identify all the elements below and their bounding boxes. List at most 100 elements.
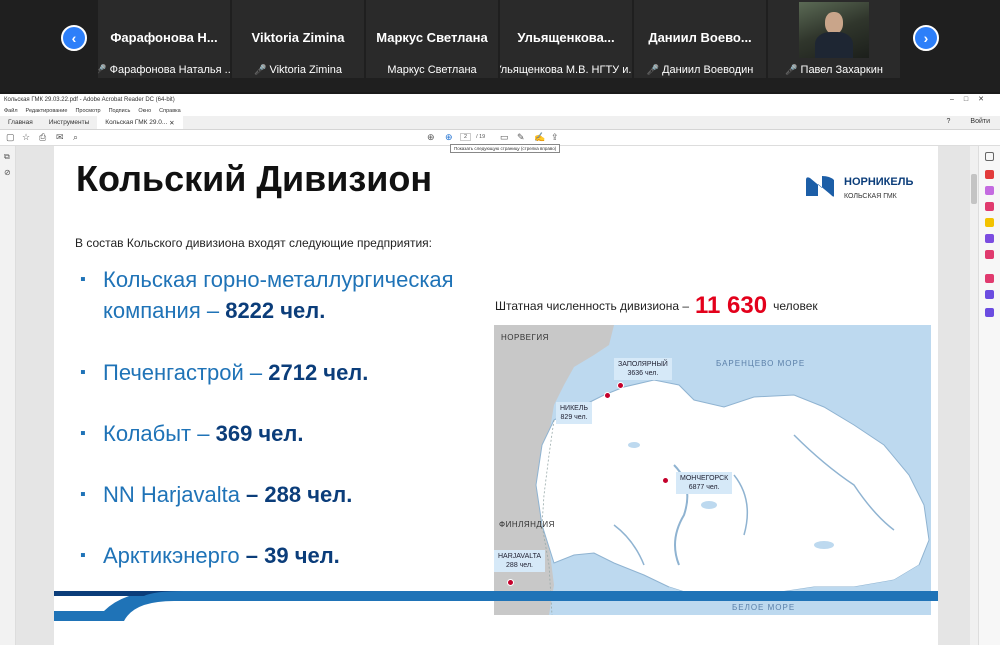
participant-strip: ‹ Фарафонова Н... 🎤Фарафонова Наталья ..… bbox=[0, 0, 1000, 92]
participant-tile[interactable]: Viktoria Zimina 🎤 Viktoria Zimina bbox=[232, 0, 364, 78]
city-marker bbox=[662, 477, 669, 484]
participant-name: Фарафонова Н... bbox=[110, 30, 218, 45]
headcount-value: 11 630 bbox=[695, 292, 768, 319]
acrobat-window: Кольская ГМК 29.03.22.pdf - Adobe Acroba… bbox=[0, 94, 1000, 645]
sign-icon[interactable]: ✍ bbox=[534, 132, 545, 143]
participant-name: Ульященкова... bbox=[517, 30, 615, 45]
save-icon[interactable]: ▢ bbox=[6, 132, 15, 143]
participant-video bbox=[799, 2, 869, 58]
mic-muted-icon: 🎤 bbox=[785, 64, 798, 76]
chevron-right-icon: › bbox=[923, 30, 929, 46]
next-page-button[interactable]: › bbox=[913, 25, 939, 51]
participant-name: Даниил Воево... bbox=[648, 30, 752, 45]
chevron-left-icon: ‹ bbox=[71, 30, 77, 46]
edit-pdf-icon[interactable] bbox=[985, 186, 994, 195]
help-icon[interactable]: ? bbox=[947, 118, 951, 125]
next-page-icon[interactable]: ⊕ bbox=[445, 132, 453, 143]
window-controls[interactable]: –□✕ bbox=[950, 95, 994, 103]
participant-caption: Даниил Воеводин bbox=[662, 64, 754, 76]
participant-caption: Viktoria Zimina bbox=[269, 64, 342, 76]
city-marker bbox=[507, 579, 514, 586]
tab-bar: Главная Инструменты Кольская ГМК 29.0...… bbox=[0, 116, 1000, 130]
previous-page-icon[interactable]: ⊕ bbox=[427, 132, 435, 143]
document-area: ⧉ ⊘ Кольский Дивизион НОРНИКЕЛЬ КОЛЬСКАЯ… bbox=[0, 146, 1000, 645]
participant-tile[interactable]: Даниил Воево... 🎤 Даниил Воеводин bbox=[634, 0, 766, 78]
login-button[interactable]: Войти bbox=[970, 118, 990, 125]
country-label: ФИНЛЯНДИЯ bbox=[499, 520, 555, 529]
page-total: / 19 bbox=[476, 134, 486, 140]
participant-name: Маркус Светлана bbox=[376, 30, 488, 45]
comment-icon[interactable]: ▭ bbox=[500, 132, 509, 143]
mail-icon[interactable]: ✉ bbox=[56, 132, 64, 143]
star-icon[interactable]: ☆ bbox=[22, 132, 30, 143]
participant-caption: Ульященкова М.В. НГТУ и... bbox=[500, 64, 632, 76]
participant-caption: Маркус Светлана bbox=[387, 64, 477, 76]
comment-tool-icon[interactable] bbox=[985, 218, 994, 227]
participant-caption: Фарафонова Наталья ... bbox=[109, 64, 230, 76]
share-icon[interactable]: ⇪ bbox=[551, 132, 559, 143]
tooltip: Показать следующую страницу (стрелка впр… bbox=[450, 144, 561, 153]
logo-name: НОРНИКЕЛЬ bbox=[844, 176, 914, 188]
window-title-bar: Кольская ГМК 29.03.22.pdf - Adobe Acroba… bbox=[0, 94, 1000, 106]
fill-sign-icon[interactable] bbox=[985, 274, 994, 283]
print-icon[interactable]: ⎙ bbox=[39, 132, 46, 143]
tab-home[interactable]: Главная bbox=[0, 116, 41, 129]
window-title: Кольская ГМК 29.03.22.pdf - Adobe Acroba… bbox=[4, 97, 175, 103]
city-label: НИКЕЛЬ 829 чел. bbox=[556, 402, 593, 424]
logo-subtitle: КОЛЬСКАЯ ГМК bbox=[844, 193, 897, 200]
page-number-input[interactable]: 2 bbox=[460, 133, 472, 141]
participant-tile[interactable]: Маркус Светлана Маркус Светлана bbox=[366, 0, 498, 78]
mic-muted-icon: 🎤 bbox=[98, 65, 107, 76]
city-label: МОНЧЕГОРСК 6877 чел. bbox=[676, 472, 733, 494]
headcount-label: Штатная численность дивизиона – bbox=[495, 299, 690, 313]
region-map: БАРЕНЦЕВО МОРЕ БЕЛОЕ МОРЕ НОРВЕГИЯ ФИНЛЯ… bbox=[494, 325, 931, 615]
mic-muted-icon: 🎤 bbox=[646, 64, 660, 76]
slide-page: Кольский Дивизион НОРНИКЕЛЬ КОЛЬСКАЯ ГМК… bbox=[54, 146, 938, 645]
participant-tile[interactable]: Ульященкова... Ульященкова М.В. НГТУ и..… bbox=[500, 0, 632, 78]
export-icon[interactable] bbox=[985, 250, 994, 259]
slide-title: Кольский Дивизион bbox=[76, 158, 433, 199]
list-item: ▪ Печенгастрой – 2712 чел. bbox=[80, 360, 369, 385]
participant-tile[interactable]: Фарафонова Н... 🎤Фарафонова Наталья ... bbox=[98, 0, 230, 78]
menu-file[interactable]: Файл bbox=[4, 108, 18, 114]
tab-tools[interactable]: Инструменты bbox=[41, 116, 98, 129]
list-item: ▪ Арктикэнерго – 39 чел. bbox=[80, 543, 340, 568]
search-icon[interactable]: ⌕ bbox=[73, 132, 78, 143]
pages-icon[interactable]: ⧉ bbox=[4, 152, 10, 162]
protect-icon[interactable] bbox=[985, 290, 994, 299]
headcount-unit: человек bbox=[773, 299, 818, 313]
logo-mark-icon bbox=[806, 176, 834, 197]
sea-label: БАРЕНЦЕВО МОРЕ bbox=[716, 359, 806, 368]
menu-edit[interactable]: Редактирование bbox=[26, 108, 68, 114]
map-graphic bbox=[494, 325, 931, 615]
menu-help[interactable]: Справка bbox=[159, 108, 181, 114]
city-label: ЗАПОЛЯРНЫЙ 3636 чел. bbox=[614, 358, 672, 380]
participant-caption: Павел Захаркин bbox=[800, 64, 883, 76]
pen-icon[interactable]: ✎ bbox=[517, 132, 525, 143]
attachment-icon[interactable]: ⊘ bbox=[4, 168, 11, 177]
vertical-scrollbar[interactable] bbox=[970, 146, 978, 645]
left-rail: ⧉ ⊘ bbox=[0, 146, 16, 645]
list-item: ▪ Кольская горно-металлургическая компани… bbox=[80, 267, 454, 323]
close-icon[interactable]: ✕ bbox=[169, 119, 174, 127]
zoom-icon[interactable] bbox=[985, 152, 994, 161]
menu-view[interactable]: Просмотр bbox=[75, 108, 100, 114]
city-label: HARJAVALTA 288 чел. bbox=[494, 550, 546, 572]
tab-document[interactable]: Кольская ГМК 29.0... ✕ bbox=[97, 116, 183, 129]
participant-tile[interactable]: 🎤 Павел Захаркин bbox=[768, 0, 900, 78]
pdf-export-icon[interactable] bbox=[985, 170, 994, 179]
tools-rail bbox=[978, 146, 1000, 645]
more-tools-icon[interactable] bbox=[985, 308, 994, 317]
mic-muted-icon: 🎤 bbox=[254, 64, 267, 76]
headcount: Штатная численность дивизиона – 11 630 ч… bbox=[495, 292, 818, 320]
menu-window[interactable]: Окно bbox=[138, 108, 151, 114]
menu-sign[interactable]: Подпись bbox=[109, 108, 131, 114]
list-item: ▪ NN Harjavalta – 288 чел. bbox=[80, 482, 353, 507]
footer-decoration bbox=[54, 591, 938, 621]
menu-bar: Файл Редактирование Просмотр Подпись Окн… bbox=[0, 106, 1000, 116]
previous-page-button[interactable]: ‹ bbox=[61, 25, 87, 51]
organize-icon[interactable] bbox=[985, 234, 994, 243]
participant-name: Viktoria Zimina bbox=[251, 30, 345, 45]
create-pdf-icon[interactable] bbox=[985, 202, 994, 211]
intro-text: В состав Кольского дивизиона входят след… bbox=[75, 236, 432, 250]
